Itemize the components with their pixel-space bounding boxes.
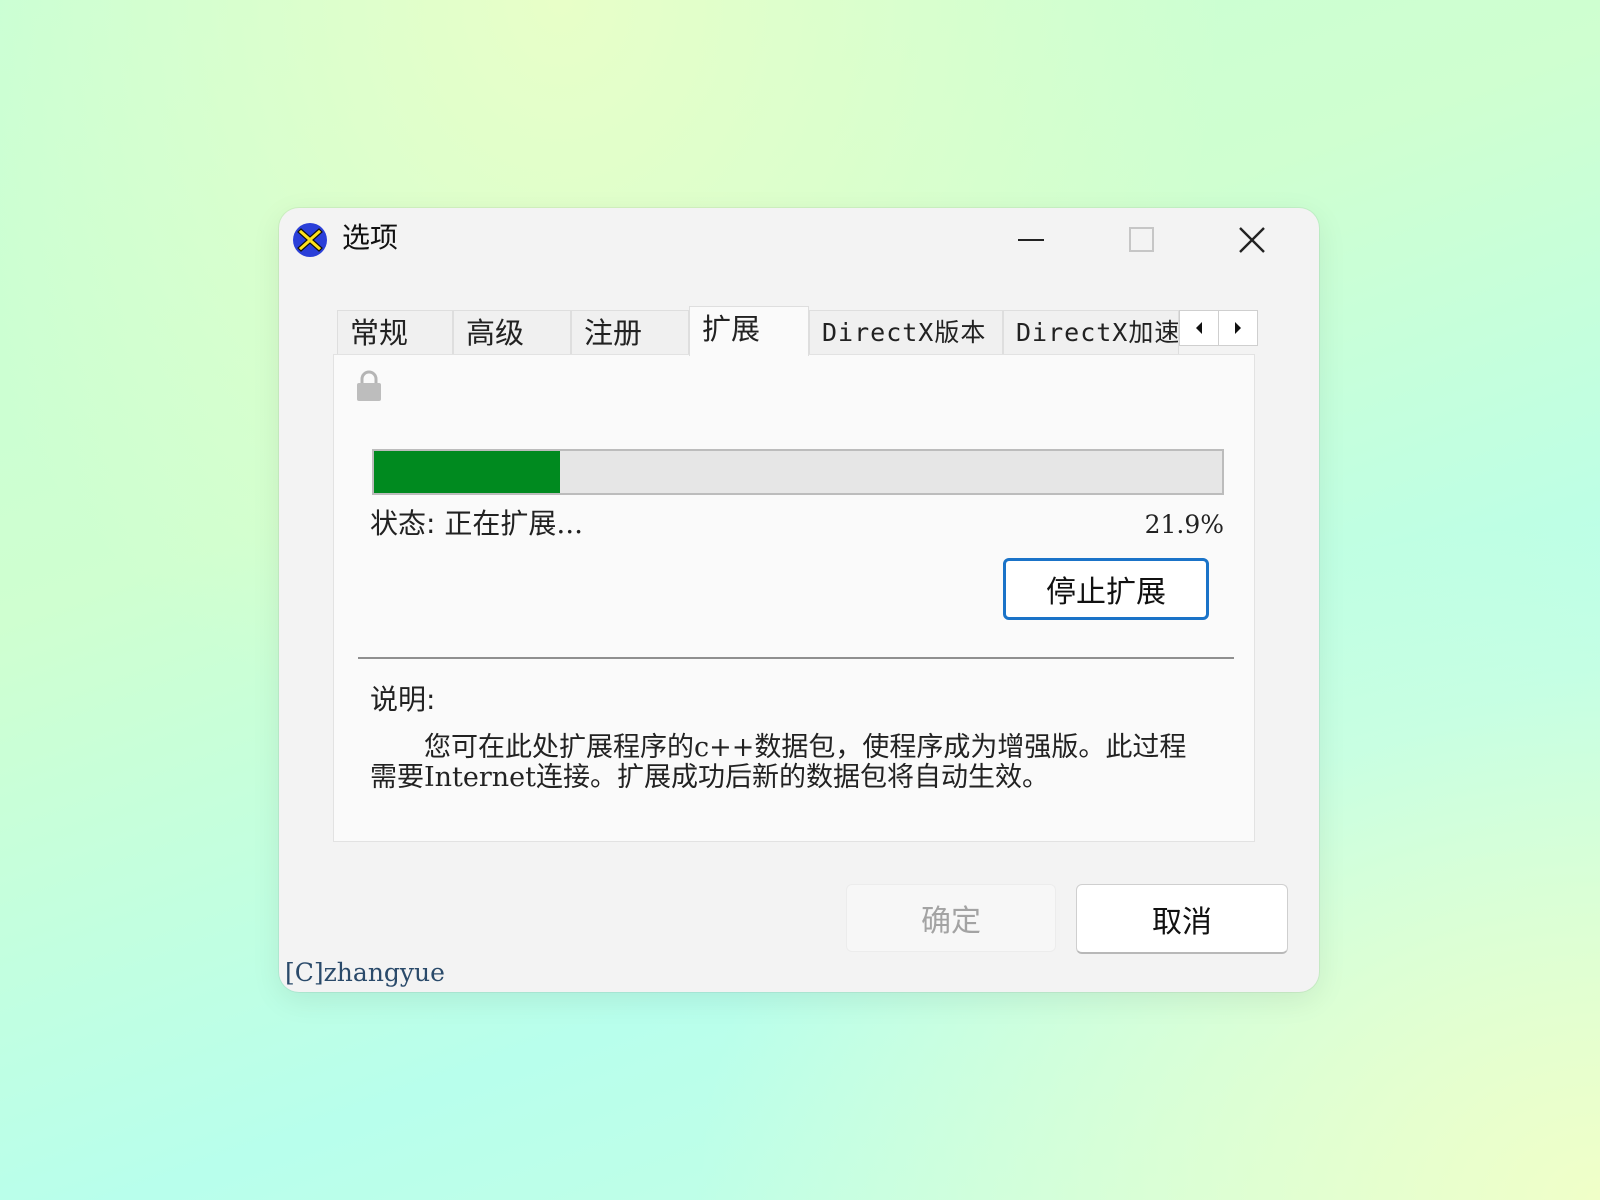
arrow-right-icon	[1235, 322, 1241, 334]
tab-scroll-right-button[interactable]	[1218, 310, 1258, 346]
title-bar[interactable]: 选项	[279, 208, 1319, 272]
ok-button[interactable]: 确定	[846, 884, 1056, 952]
progress-fill	[374, 451, 560, 493]
extension-progress-bar	[372, 449, 1224, 495]
tab-scroll-left-button[interactable]	[1179, 310, 1219, 346]
minimize-icon	[1018, 239, 1044, 241]
status-label: 状态:	[370, 507, 436, 540]
status-value: 正在扩展...	[444, 507, 584, 540]
description-text: 您可在此处扩展程序的c++数据包，使程序成为增强版。此过程需要Internet连…	[370, 732, 1187, 793]
maximize-button[interactable]	[1087, 208, 1197, 272]
cancel-button[interactable]: 取消	[1076, 884, 1288, 954]
tab-extension[interactable]: 扩展	[689, 306, 809, 356]
window-title: 选项	[342, 221, 399, 254]
maximize-icon	[1129, 227, 1154, 252]
description-title: 说明:	[370, 683, 436, 716]
options-dialog: 选项 常规 高级 注册 扩展 DirectX版本 DirectX加速 状态: 正…	[279, 208, 1319, 992]
tab-register[interactable]: 注册	[571, 310, 689, 354]
lock-icon	[357, 370, 381, 401]
tab-advanced[interactable]: 高级	[453, 310, 571, 354]
close-icon	[1239, 227, 1265, 253]
xfire-x-icon	[293, 223, 327, 257]
divider	[358, 657, 1234, 659]
stop-extension-button[interactable]: 停止扩展	[1003, 558, 1209, 620]
copyright-text: [C]zhangyue	[285, 958, 445, 987]
close-button[interactable]	[1197, 208, 1307, 272]
extension-panel: 状态: 正在扩展... 21.9% 停止扩展 说明: 您可在此处扩展程序的c++…	[333, 354, 1255, 842]
tab-general[interactable]: 常规	[337, 310, 453, 354]
progress-percent: 21.9%	[1144, 510, 1224, 539]
tab-directx-acceleration[interactable]: DirectX加速	[1003, 310, 1179, 354]
minimize-button[interactable]	[977, 208, 1087, 272]
status-line: 状态: 正在扩展...	[370, 505, 583, 543]
arrow-left-icon	[1196, 322, 1202, 334]
tab-directx-version[interactable]: DirectX版本	[809, 310, 1003, 354]
